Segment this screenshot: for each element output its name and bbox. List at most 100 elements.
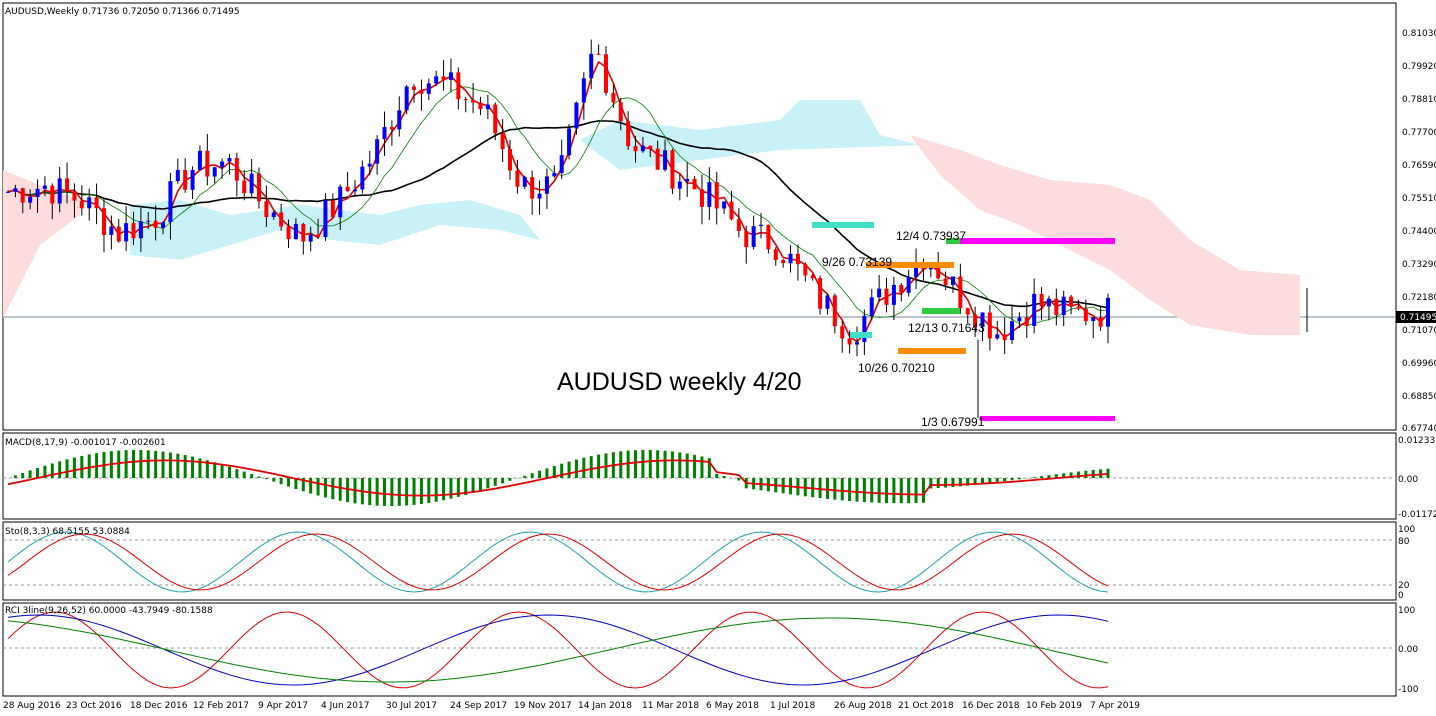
price-tick: 0.73290 xyxy=(1402,260,1436,270)
candle-body xyxy=(389,127,394,130)
macd-tick: 0.00 xyxy=(1398,475,1418,485)
candle-body xyxy=(766,224,771,250)
candle-body xyxy=(744,230,749,248)
candle-body xyxy=(175,170,180,182)
macd-bar xyxy=(936,478,940,489)
macd-bar xyxy=(419,478,423,505)
macd-bar xyxy=(242,471,246,478)
candle-body xyxy=(20,188,25,203)
time-tick: 18 Dec 2016 xyxy=(130,701,188,711)
macd-bar xyxy=(471,478,475,493)
candle-body xyxy=(412,86,417,90)
time-tick: 1 Jul 2018 xyxy=(770,701,815,711)
macd-bar xyxy=(538,470,542,478)
macd-bar xyxy=(862,478,866,503)
macd-bar xyxy=(848,478,852,502)
annotation-9-26: 9/26 0.73139 xyxy=(822,255,892,269)
candle-body xyxy=(552,173,557,177)
price-tick: 0.74400 xyxy=(1402,227,1436,237)
macd-bar xyxy=(833,478,837,500)
candle-body xyxy=(271,212,276,218)
sto-header: Sto(8,3,3) 68.5155 53.0884 xyxy=(5,527,130,537)
price-tick: 0.69960 xyxy=(1402,359,1436,369)
macd-bar xyxy=(840,478,844,501)
candle-body xyxy=(448,72,453,80)
candle-body xyxy=(101,208,106,235)
candle-body xyxy=(500,133,505,150)
candle-body xyxy=(264,201,269,218)
candle-body xyxy=(847,338,852,345)
candle-body xyxy=(618,102,623,122)
macd-bar xyxy=(574,459,578,478)
candle-body xyxy=(227,158,232,162)
candle-body xyxy=(958,276,963,309)
trading-chart[interactable]: AUDUSD,Weekly 0.71736 0.72050 0.71366 0.… xyxy=(0,0,1436,716)
candle-body xyxy=(773,249,778,261)
price-tick: 0.81030 xyxy=(1402,29,1436,39)
candle-body xyxy=(832,295,837,327)
macd-bar xyxy=(191,456,195,478)
candle-body xyxy=(338,186,343,218)
candle-body xyxy=(884,288,889,305)
candle-body xyxy=(751,226,756,248)
candle-body xyxy=(840,326,845,339)
candle-body xyxy=(397,110,402,130)
macd-bar xyxy=(264,478,268,480)
macd-bar xyxy=(656,450,660,478)
panel-frames xyxy=(2,2,1397,697)
price-tick: 0.72180 xyxy=(1402,293,1436,303)
macd-bar xyxy=(72,457,76,478)
macd-bar xyxy=(338,478,342,501)
macd-bar xyxy=(818,478,822,499)
macd-bar xyxy=(427,478,431,503)
candle-body xyxy=(485,104,490,110)
macd-bar xyxy=(1084,470,1088,478)
macd-bar xyxy=(508,478,512,481)
candle-body xyxy=(367,163,372,167)
candle-body xyxy=(810,275,815,279)
candle-body xyxy=(109,226,114,235)
sto-tick: 100 xyxy=(1398,525,1415,535)
candle-body xyxy=(589,53,594,79)
macd-bar xyxy=(28,470,32,478)
price-tick: 0.71070 xyxy=(1402,326,1436,336)
candle-body xyxy=(426,83,431,94)
sto-tick: 20 xyxy=(1398,581,1410,591)
candle-body xyxy=(65,178,70,192)
macd-bar xyxy=(545,468,549,478)
candle-body xyxy=(987,312,992,339)
candle-body xyxy=(714,182,719,209)
macd-bar xyxy=(523,475,527,478)
macd-bar xyxy=(877,478,881,503)
macd-bar xyxy=(375,478,379,506)
candle-body xyxy=(655,148,660,170)
macd-bar xyxy=(567,461,571,478)
candle-body xyxy=(862,315,867,343)
macd-bar xyxy=(220,464,224,478)
macd-bar xyxy=(885,478,889,504)
time-tick: 4 Jun 2017 xyxy=(321,701,369,711)
level-bar-orange xyxy=(898,348,966,354)
candle-body xyxy=(1106,297,1110,327)
macd-bar xyxy=(434,478,438,502)
candle-body xyxy=(950,276,955,285)
candle-body xyxy=(257,173,262,202)
candle-body xyxy=(626,121,631,147)
macd-bar xyxy=(287,478,291,487)
macd-bar xyxy=(501,478,505,484)
candle-body xyxy=(183,170,188,190)
candle-body xyxy=(205,150,210,177)
candle-body xyxy=(995,334,1000,339)
candle-body xyxy=(168,181,173,223)
candle-body xyxy=(1046,298,1051,307)
current-price-label: 0.71495 xyxy=(1400,313,1436,323)
candle-body xyxy=(515,170,520,187)
macd-bar xyxy=(124,450,128,478)
candle-body xyxy=(795,253,800,265)
macd-bar xyxy=(648,450,652,478)
time-tick: 19 Nov 2017 xyxy=(514,701,572,711)
candle-body xyxy=(567,128,572,156)
macd-bar xyxy=(855,478,859,502)
time-tick: 9 Apr 2017 xyxy=(258,701,308,711)
candle-body xyxy=(722,201,727,209)
